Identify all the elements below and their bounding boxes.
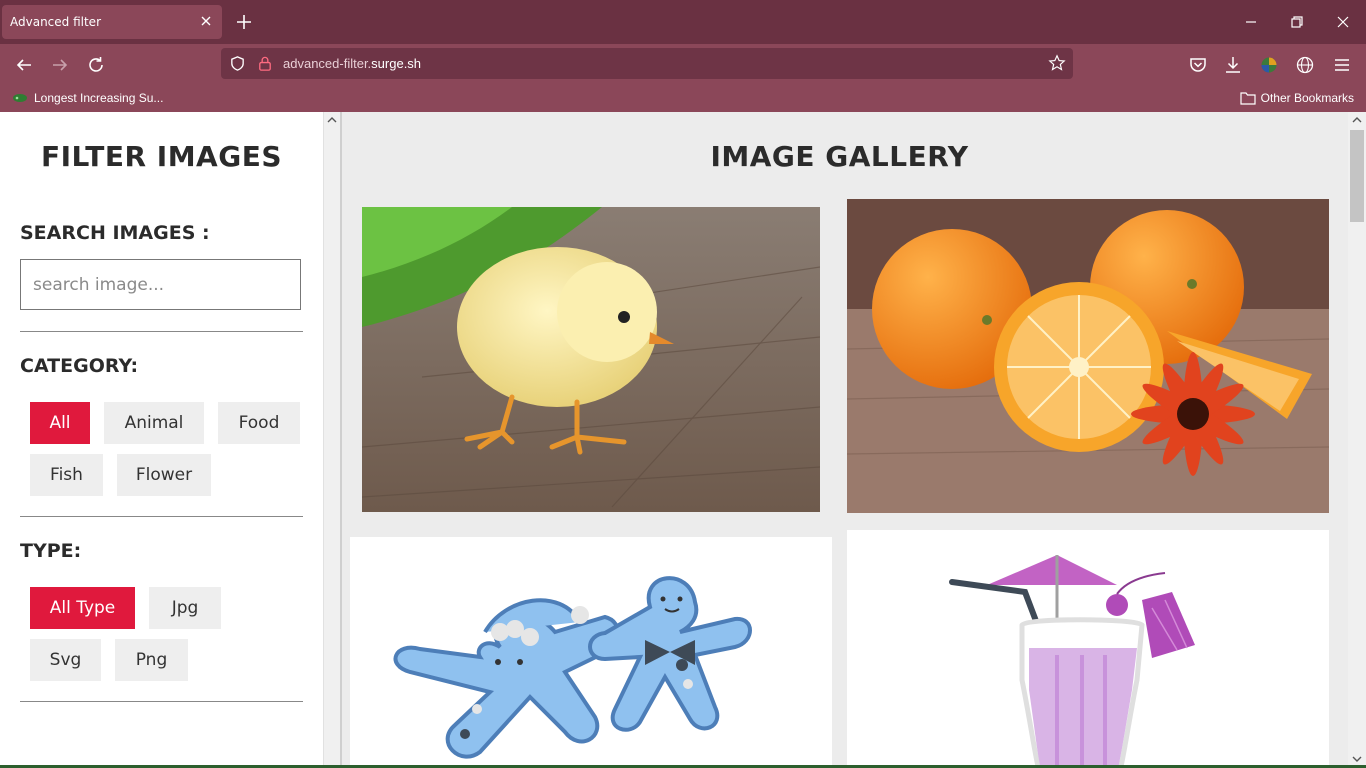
filter-sidebar: FILTER IMAGES SEARCH IMAGES : CATEGORY: … — [0, 112, 323, 768]
search-box — [20, 259, 301, 310]
divider — [20, 701, 303, 702]
other-bookmarks[interactable]: Other Bookmarks — [1240, 91, 1354, 105]
scroll-down-icon[interactable] — [1352, 755, 1362, 763]
category-button-all[interactable]: All — [30, 402, 90, 444]
type-button-jpg[interactable]: Jpg — [149, 587, 221, 629]
close-tab-icon[interactable] — [198, 13, 214, 29]
search-label: SEARCH IMAGES : — [20, 222, 210, 244]
main-scrollbar-thumb[interactable] — [1350, 130, 1364, 222]
gallery-image-cocktail[interactable] — [847, 530, 1329, 768]
globe-icon[interactable] — [1294, 54, 1316, 76]
reload-icon[interactable] — [85, 54, 107, 76]
folder-icon — [1240, 92, 1256, 105]
gallery-panel: IMAGE GALLERY — [342, 112, 1348, 768]
bookmarks-bar: Longest Increasing Su... Other Bookmarks — [0, 86, 1366, 112]
gallery-image-chick[interactable] — [362, 207, 820, 512]
gallery-image-gingerbread[interactable] — [350, 537, 832, 768]
gallery-title: IMAGE GALLERY — [710, 140, 969, 173]
category-button-fish[interactable]: Fish — [30, 454, 103, 496]
tab-title: Advanced filter — [10, 15, 102, 29]
shield-icon[interactable] — [229, 55, 246, 72]
url-text: advanced-filter.surge.sh — [283, 56, 422, 71]
other-bookmarks-label: Other Bookmarks — [1260, 91, 1354, 105]
sidebar-scrollbar[interactable] — [323, 112, 340, 768]
forward-icon[interactable] — [49, 54, 71, 76]
scroll-up-icon[interactable] — [327, 116, 337, 124]
category-button-flower[interactable]: Flower — [117, 454, 211, 496]
browser-titlebar: Advanced filter — [0, 0, 1366, 44]
bookmark-star-icon[interactable] — [1048, 54, 1066, 72]
gallery-image-oranges[interactable] — [847, 199, 1329, 513]
category-label: CATEGORY: — [20, 355, 139, 377]
menu-icon[interactable] — [1331, 54, 1353, 76]
new-tab-icon[interactable] — [234, 12, 254, 32]
lock-icon[interactable] — [257, 55, 273, 72]
divider — [20, 516, 303, 517]
sidebar-title: FILTER IMAGES — [40, 140, 282, 173]
type-button-png[interactable]: Png — [115, 639, 188, 681]
bookmark-label: Longest Increasing Su... — [34, 91, 164, 105]
category-button-food[interactable]: Food — [218, 402, 300, 444]
restore-icon[interactable] — [1287, 12, 1307, 32]
category-button-animal[interactable]: Animal — [104, 402, 204, 444]
type-label: TYPE: — [20, 540, 82, 562]
back-icon[interactable] — [13, 54, 35, 76]
type-button-all[interactable]: All Type — [30, 587, 135, 629]
type-button-svg[interactable]: Svg — [30, 639, 101, 681]
divider — [20, 331, 303, 332]
close-window-icon[interactable] — [1333, 12, 1353, 32]
browser-navbar: advanced-filter.surge.sh — [0, 44, 1366, 86]
pocket-icon[interactable] — [1187, 54, 1209, 76]
minimize-icon[interactable] — [1241, 12, 1261, 32]
bookmark-favicon-icon — [13, 94, 27, 102]
extension-icon[interactable] — [1258, 54, 1280, 76]
bookmark-item[interactable]: Longest Increasing Su... — [12, 91, 163, 105]
download-icon[interactable] — [1222, 54, 1244, 76]
search-input[interactable] — [21, 260, 300, 309]
scroll-up-icon[interactable] — [1352, 116, 1362, 124]
address-bar[interactable]: advanced-filter.surge.sh — [221, 48, 1073, 79]
browser-tab[interactable]: Advanced filter — [2, 5, 222, 39]
